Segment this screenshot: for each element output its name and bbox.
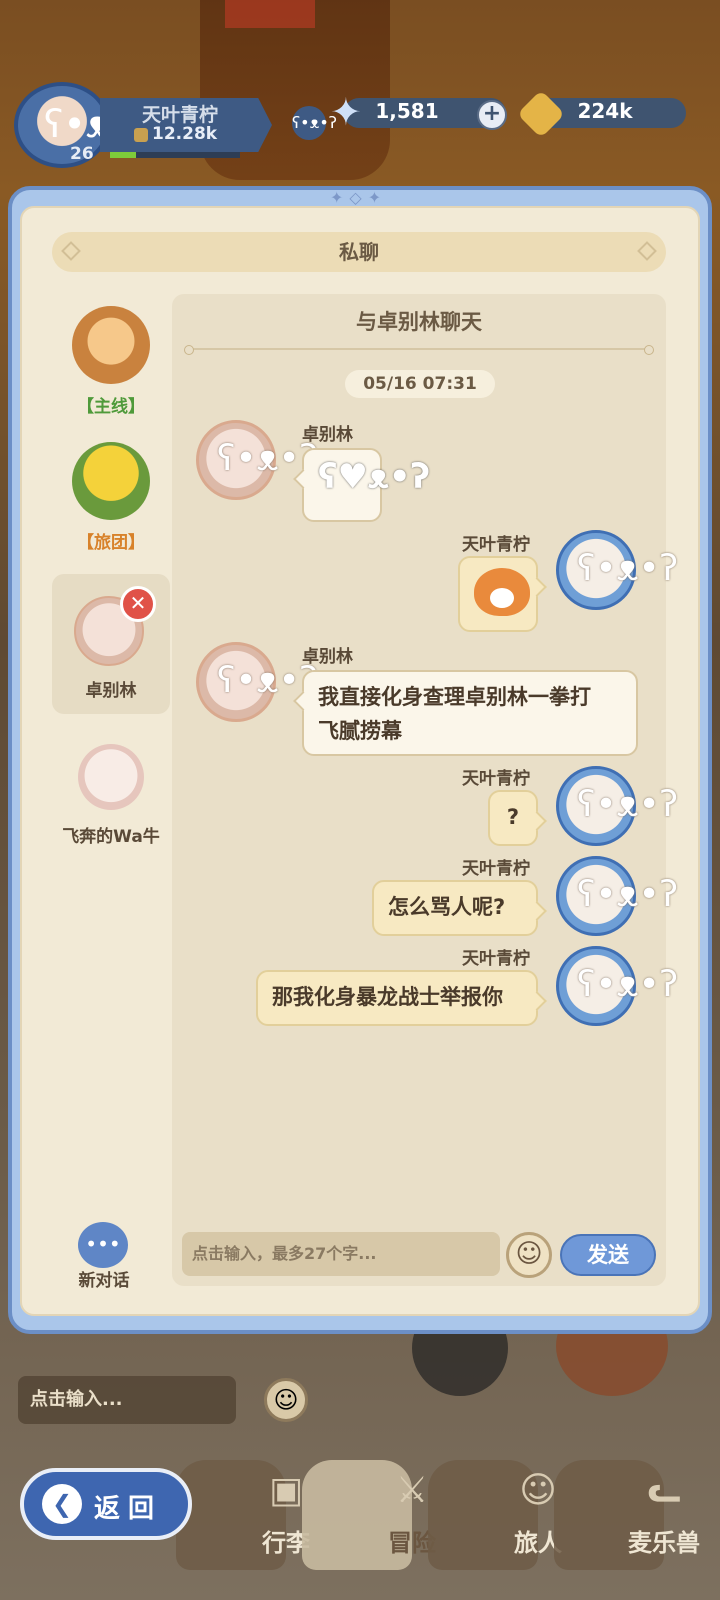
player-power: 12.28k: [152, 124, 218, 144]
world-chat-input[interactable]: 点击输入...: [18, 1376, 236, 1424]
chat-input-field[interactable]: 点击输入，最多27个字...: [182, 1232, 500, 1276]
back-label: 返回: [94, 1494, 163, 1524]
sidebar-item-guild[interactable]: 【旅团】: [52, 436, 170, 556]
team-icon[interactable]: ʕ•ᴥ•ʔ: [292, 106, 337, 140]
message-sender: 卓别林: [302, 425, 353, 445]
panel-title: 私聊: [339, 240, 379, 264]
sidebar-item-chaplin[interactable]: ✕ 卓别林: [52, 574, 170, 714]
main-story-avatar: [72, 306, 150, 384]
diamond-ornament-icon: [61, 241, 81, 261]
background-flag: [225, 0, 315, 28]
chaplin-msg-avatar[interactable]: ʕ•ᴥ•ʔ: [196, 420, 318, 500]
nav-pets[interactable]: ᓚ 麦乐兽: [554, 1460, 700, 1570]
emoji-button[interactable]: ☺: [506, 1232, 552, 1278]
player-level: 26: [70, 144, 94, 164]
close-icon[interactable]: ✕: [120, 586, 156, 622]
self-msg-avatar[interactable]: ʕ•ᴥ•ʔ: [556, 766, 678, 846]
nav-adventure[interactable]: ⚔ 冒险: [302, 1460, 436, 1570]
add-gems-button[interactable]: +: [477, 100, 507, 130]
message-timestamp: 05/16 07:31: [345, 370, 495, 398]
cat-icon: ᓚ: [647, 1470, 681, 1511]
message-text: 我直接化身查理卓别林一拳打: [318, 685, 591, 709]
self-msg-avatar[interactable]: ʕ•ᴥ•ʔ: [556, 856, 678, 936]
chat-title: 与卓别林聊天: [356, 310, 482, 334]
star-gem-icon: ✦: [330, 90, 362, 134]
self-msg-avatar[interactable]: ʕ•ᴥ•ʔ: [556, 946, 678, 1026]
sidebar-item-main-story[interactable]: 【主线】: [52, 300, 170, 420]
nav-travelers[interactable]: ☺ 旅人: [428, 1460, 562, 1570]
message-text: 那我化身暴龙战士举报你: [272, 985, 503, 1009]
message-text: 飞腻捞幕: [318, 719, 402, 743]
feiben-avatar: [78, 744, 144, 810]
message-text: 怎么骂人呢?: [388, 895, 506, 919]
guild-tree-icon: [72, 442, 150, 520]
xp-bar: [110, 152, 240, 158]
player-name: 天叶青柠: [142, 104, 219, 126]
message-text: ?: [506, 805, 520, 829]
bear-avatar-icon: ʕ•ᴥ•ʔ: [577, 964, 679, 1005]
message-bubble: 怎么骂人呢?: [372, 880, 547, 936]
send-button[interactable]: 发送: [560, 1234, 656, 1276]
chevron-left-icon: ❮: [42, 1484, 82, 1524]
bear-avatar-icon: ʕ•ᴥ•ʔ: [577, 874, 679, 915]
self-msg-avatar[interactable]: ʕ•ᴥ•ʔ: [556, 530, 678, 610]
message-sender: 天叶青柠: [462, 949, 530, 969]
message-bubble: 那我化身暴龙战士举报你: [256, 970, 547, 1026]
bear-avatar-icon: ʕ•ᴥ•ʔ: [577, 548, 679, 589]
shield-icon: [134, 128, 148, 142]
bear-heart-sticker-icon: ʕ♥ᴥ•ʔ: [318, 457, 431, 497]
message-bubble: ?: [488, 790, 547, 846]
message-sender: 天叶青柠: [462, 769, 530, 789]
panel-title-bar: 私聊: [52, 232, 666, 272]
xp-bar-fill: [110, 152, 136, 158]
smiley-icon: ☺: [515, 1239, 543, 1269]
message-bubble: ʕ♥ᴥ•ʔ: [293, 448, 431, 522]
nav-luggage[interactable]: ▣ 行李: [176, 1460, 310, 1570]
message-bubble: [458, 556, 547, 632]
panel-ornament-icon: ✦◇✦: [330, 188, 388, 207]
message-sender: 天叶青柠: [462, 535, 530, 555]
chat-title-divider: [184, 345, 654, 355]
fox-sticker-icon: [474, 568, 530, 616]
player-avatar[interactable]: ʕ•ᴥ•ʔ: [14, 82, 151, 168]
chaplin-msg-avatar[interactable]: ʕ•ᴥ•ʔ: [196, 642, 318, 722]
message-sender: 天叶青柠: [462, 859, 530, 879]
diamond-ornament-icon: [637, 241, 657, 261]
new-chat-label[interactable]: 新对话: [66, 1266, 142, 1291]
bear-avatar-icon: ʕ•ᴥ•ʔ: [577, 784, 679, 825]
back-button[interactable]: ❮ 返回: [20, 1468, 192, 1540]
message-sender: 卓别林: [302, 647, 353, 667]
world-emoji-icon[interactable]: ☺: [264, 1378, 308, 1422]
message-bubble: 我直接化身查理卓别林一拳打 飞腻捞幕: [293, 670, 638, 756]
sidebar-item-feiben[interactable]: 飞奔的Wa牛: [52, 738, 170, 848]
new-chat-icon[interactable]: •••: [78, 1222, 128, 1268]
